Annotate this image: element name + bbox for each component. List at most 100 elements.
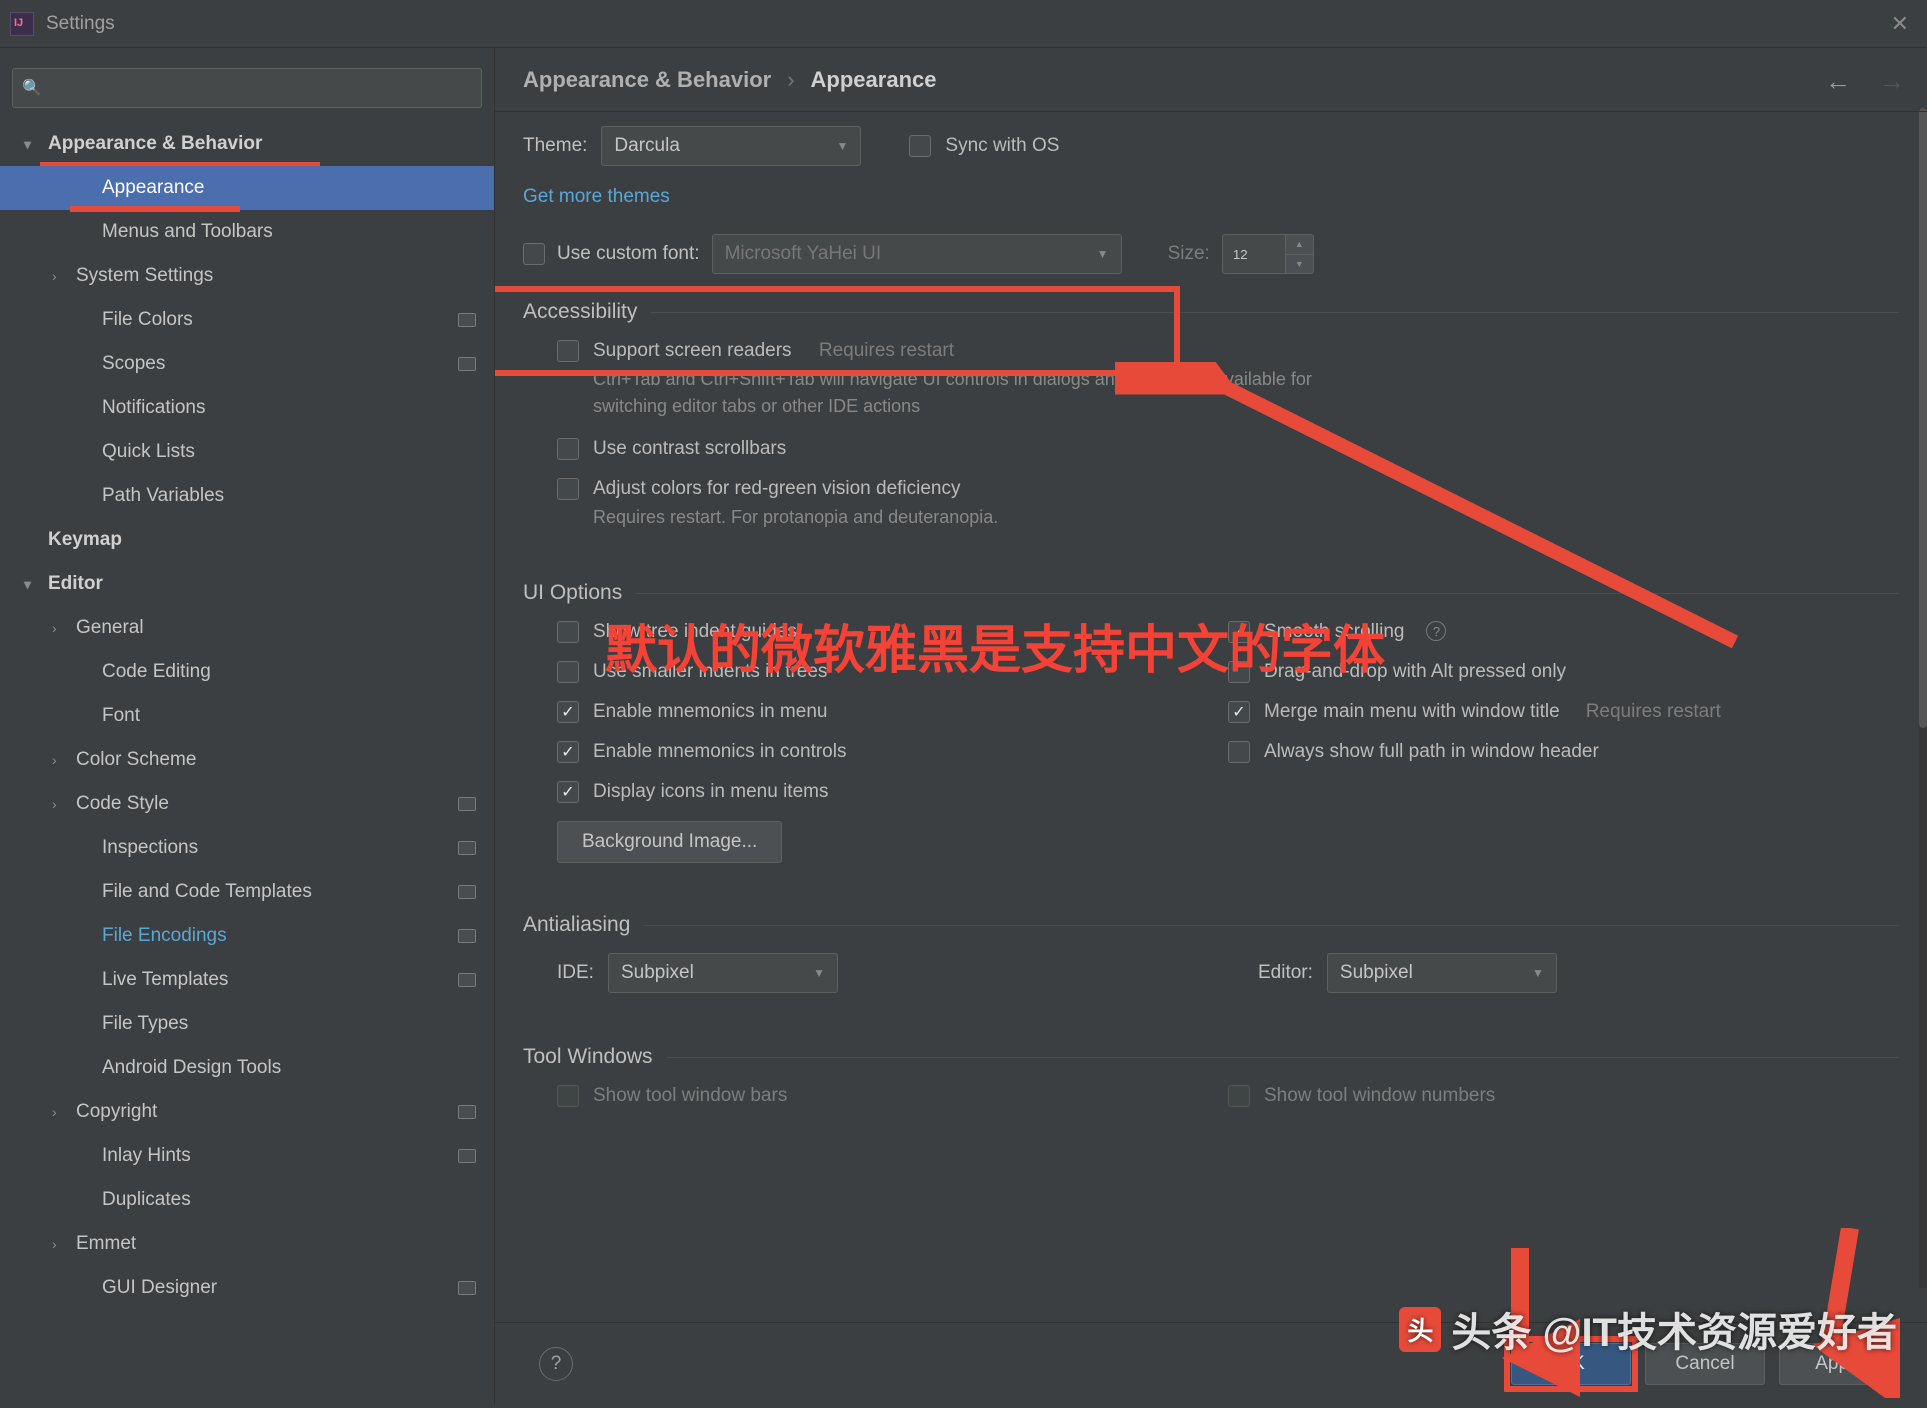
nav-fwd-icon: → [1879, 66, 1905, 97]
breadcrumb-parent[interactable]: Appearance & Behavior [523, 67, 771, 93]
chevron-down-icon: ▼ [1097, 247, 1109, 261]
sidebar-item-system-settings[interactable]: ›System Settings [0, 254, 494, 298]
font-size-spinner[interactable]: ▲▼ [1286, 234, 1314, 274]
sidebar-item-file-and-code-templates[interactable]: File and Code Templates [0, 870, 494, 914]
custom-font-combo[interactable]: Microsoft YaHei UI ▼ [712, 234, 1122, 274]
project-badge-icon [458, 885, 476, 899]
smooth-scroll-checkbox[interactable] [1228, 621, 1250, 643]
sidebar-item-file-types[interactable]: File Types [0, 1002, 494, 1046]
sidebar-item-label: Editor [48, 573, 103, 595]
sidebar-item-file-encodings[interactable]: File Encodings [0, 914, 494, 958]
watermark-icon: 头 [1399, 1307, 1441, 1352]
sidebar-item-android-design-tools[interactable]: Android Design Tools [0, 1046, 494, 1090]
sidebar-item-label: Live Templates [102, 969, 228, 991]
sidebar-item-inspections[interactable]: Inspections [0, 826, 494, 870]
nav-back-icon[interactable]: ← [1825, 66, 1851, 97]
sidebar-item-notifications[interactable]: Notifications [0, 386, 494, 430]
sidebar-item-code-style[interactable]: ›Code Style [0, 782, 494, 826]
window-title: Settings [46, 13, 115, 35]
font-size-input[interactable] [1222, 234, 1286, 274]
project-badge-icon [458, 797, 476, 811]
sidebar-item-code-editing[interactable]: Code Editing [0, 650, 494, 694]
tool-windows-title: Tool Windows [523, 1045, 1899, 1069]
contrast-scrollbars-checkbox[interactable] [557, 438, 579, 460]
color-deficiency-checkbox[interactable] [557, 478, 579, 500]
watermark-text: 头条 @IT技术资源爱好者 [1451, 1300, 1897, 1358]
get-more-themes-link[interactable]: Get more themes [523, 186, 670, 208]
sidebar-item-label: Scopes [102, 353, 165, 375]
project-badge-icon [458, 357, 476, 371]
screen-readers-checkbox[interactable] [557, 340, 579, 362]
accessibility-title: Accessibility [523, 300, 1899, 324]
mnemonics-controls-checkbox[interactable] [557, 741, 579, 763]
sidebar-item-file-colors[interactable]: File Colors [0, 298, 494, 342]
color-deficiency-option: Adjust colors for red-green vision defic… [557, 478, 1899, 531]
sidebar-item-label: Code Editing [102, 661, 211, 683]
mnemonics-controls-label: Enable mnemonics in controls [593, 741, 846, 763]
chevron-icon: › [52, 620, 70, 636]
drag-drop-checkbox[interactable] [1228, 661, 1250, 683]
help-button[interactable]: ? [539, 1347, 573, 1381]
sidebar-item-gui-designer[interactable]: GUI Designer [0, 1266, 494, 1310]
aa-ide-combo[interactable]: Subpixel ▼ [608, 953, 838, 993]
custom-font-value: Microsoft YaHei UI [725, 243, 882, 265]
contrast-scrollbars-label: Use contrast scrollbars [593, 438, 786, 460]
sidebar-item-path-variables[interactable]: Path Variables [0, 474, 494, 518]
sidebar-item-keymap[interactable]: Keymap [0, 518, 494, 562]
tree-guides-checkbox[interactable] [557, 621, 579, 643]
breadcrumb: Appearance & Behavior › Appearance ← → [495, 48, 1927, 112]
tw-label: Show tool window bars [593, 1085, 787, 1107]
sync-os-label: Sync with OS [945, 135, 1059, 157]
contrast-scrollbars-option: Use contrast scrollbars [557, 438, 1899, 460]
sidebar-item-duplicates[interactable]: Duplicates [0, 1178, 494, 1222]
sidebar-item-inlay-hints[interactable]: Inlay Hints [0, 1134, 494, 1178]
info-icon[interactable]: ? [1426, 621, 1446, 641]
sidebar-item-label: File and Code Templates [102, 881, 312, 903]
settings-window: Settings ✕ 🔍 ▾Appearance & BehaviorAppea… [0, 0, 1927, 1404]
chevron-right-icon: › [787, 67, 794, 93]
sidebar-item-label: Keymap [48, 529, 122, 551]
use-custom-font-checkbox[interactable] [523, 243, 545, 265]
requires-restart-label: Requires restart [819, 340, 954, 361]
project-badge-icon [458, 313, 476, 327]
font-size-label: Size: [1168, 243, 1210, 265]
sidebar-item-label: General [76, 617, 144, 639]
titlebar: Settings ✕ [0, 0, 1927, 48]
sync-os-checkbox[interactable] [909, 135, 931, 157]
sidebar-item-general[interactable]: › General [0, 606, 494, 650]
theme-combo[interactable]: Darcula ▼ [601, 126, 861, 166]
sidebar-item-font[interactable]: Font [0, 694, 494, 738]
display-icons-checkbox[interactable] [557, 781, 579, 803]
settings-content: Theme: Darcula ▼ Sync with OS Get more t… [495, 112, 1927, 1322]
sidebar-item-label: System Settings [76, 265, 213, 287]
ui-options-title: UI Options [523, 581, 1899, 605]
merge-menu-checkbox[interactable] [1228, 701, 1250, 723]
settings-tree[interactable]: ▾Appearance & BehaviorAppearanceMenus an… [0, 118, 494, 1404]
close-icon[interactable]: ✕ [1883, 11, 1917, 37]
sidebar-item-scopes[interactable]: Scopes [0, 342, 494, 386]
screen-readers-sub: Ctrl+Tab and Ctrl+Shift+Tab will navigat… [593, 366, 1313, 420]
aa-editor-combo[interactable]: Subpixel ▼ [1327, 953, 1557, 993]
sidebar-item-editor[interactable]: ▾Editor [0, 562, 494, 606]
smaller-indents-checkbox[interactable] [557, 661, 579, 683]
sidebar-item-quick-lists[interactable]: Quick Lists [0, 430, 494, 474]
sidebar-item-live-templates[interactable]: Live Templates [0, 958, 494, 1002]
app-icon [10, 12, 34, 36]
sidebar-item-color-scheme[interactable]: ›Color Scheme [0, 738, 494, 782]
breadcrumb-current: Appearance [811, 67, 937, 93]
tree-guides-label: Show tree indent guides [593, 621, 797, 643]
sidebar-item-copyright[interactable]: ›Copyright [0, 1090, 494, 1134]
sidebar-item-menus-and-toolbars[interactable]: Menus and Toolbars [0, 210, 494, 254]
chevron-down-icon: ▼ [837, 139, 849, 153]
tw-checkbox[interactable] [557, 1085, 579, 1107]
tw-checkbox2[interactable] [1228, 1085, 1250, 1107]
mnemonics-menu-checkbox[interactable] [557, 701, 579, 723]
sidebar-item-appearance-behavior[interactable]: ▾Appearance & Behavior [0, 122, 494, 166]
sidebar-item-appearance[interactable]: Appearance [0, 166, 494, 210]
sidebar-item-label: Emmet [76, 1233, 136, 1255]
project-badge-icon [458, 1105, 476, 1119]
background-image-button[interactable]: Background Image... [557, 821, 782, 863]
full-path-checkbox[interactable] [1228, 741, 1250, 763]
search-input[interactable] [12, 68, 482, 108]
sidebar-item-emmet[interactable]: ›Emmet [0, 1222, 494, 1266]
